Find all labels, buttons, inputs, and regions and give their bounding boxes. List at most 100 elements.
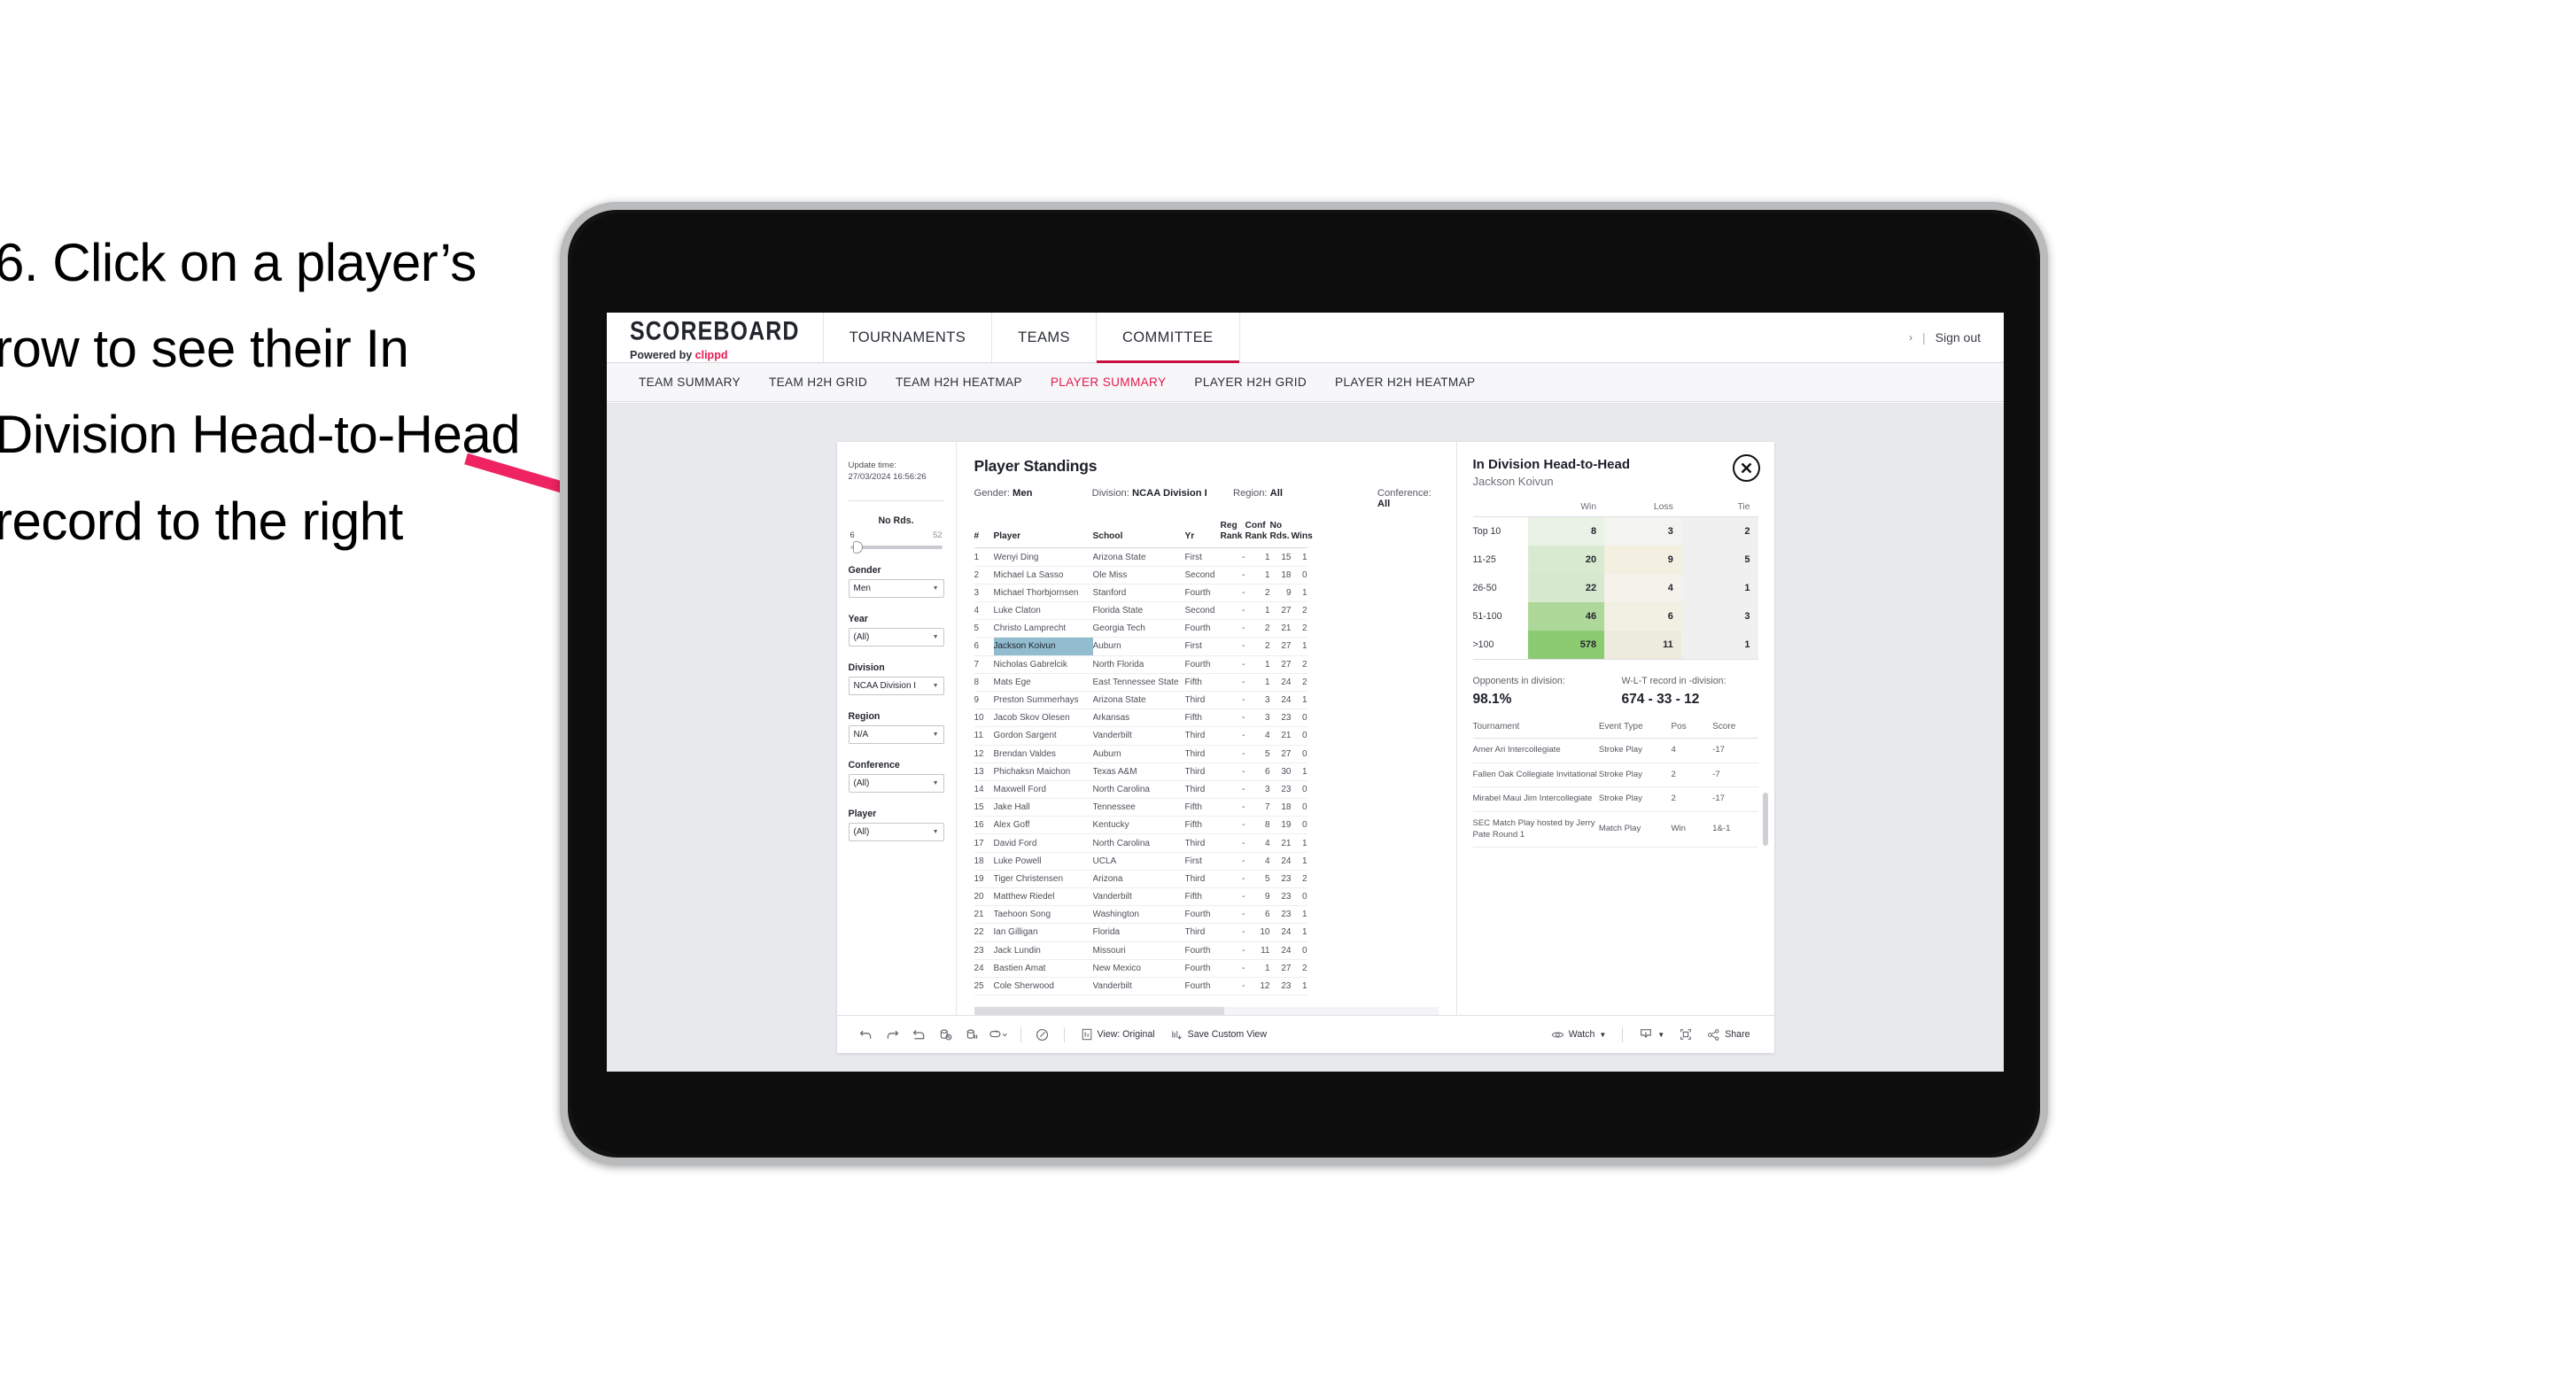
slider-handle[interactable] [852,541,863,554]
filter-player-select[interactable]: (All) ▼ [848,823,944,842]
view-original-button[interactable]: View: Original [1073,1028,1163,1041]
download-button[interactable]: ▼ [1631,1027,1672,1041]
redo-icon[interactable] [880,1027,906,1042]
auto-update-dropdown-icon[interactable] [986,1028,1013,1041]
tab-player-summary[interactable]: PLAYER SUMMARY [1036,376,1181,389]
no-rounds-slider[interactable] [850,541,943,554]
table-row[interactable]: 5 Christo Lamprecht Georgia Tech Fourth -2 21… [974,619,1307,639]
sign-out-link[interactable]: Sign out [1936,330,1981,345]
cell-reg-rank: - [1220,619,1245,639]
table-row[interactable]: 9 Preston Summerhays Arizona State Third -3 2… [974,691,1307,710]
watch-button[interactable]: Watch ▼ [1543,1028,1615,1041]
tab-team-summary[interactable]: TEAM SUMMARY [625,376,755,389]
alerts-icon[interactable] [1029,1027,1056,1042]
cell-no-rds: 24 [1269,941,1292,960]
filter-conference-select[interactable]: (All) ▼ [848,774,944,794]
tournament-header-row: Tournament Event Type Pos Score [1472,722,1758,739]
table-row[interactable]: 1 Wenyi Ding Arizona State First -1 15 1 [974,547,1307,567]
nav-tournaments[interactable]: TOURNAMENTS [824,313,993,362]
brand-tagline: Powered by clippd [630,349,800,361]
table-row[interactable]: 15 Jake Hall Tennessee Fifth -7 18 0 [974,798,1307,817]
chevron-right-icon[interactable]: › [1909,331,1913,344]
revert-icon[interactable] [906,1027,933,1042]
cell-player: Preston Summerhays [993,691,1093,710]
h2h-row: Top 10 8 3 2 [1473,516,1758,546]
table-row[interactable]: 3 Michael Thorbjornsen Stanford Fourth -2 9 1 [974,584,1307,603]
h2h-loss: 3 [1604,516,1681,546]
filter-region-select[interactable]: N/A ▼ [848,725,944,745]
table-row[interactable]: 7 Nicholas Gabrelcik North Florida Fourth -1… [974,655,1307,674]
col-wins[interactable]: Wins [1291,521,1313,549]
col-reg-rank[interactable]: Reg Rank [1220,521,1245,549]
standings-table-scroll[interactable]: # Player School Yr Reg Rank Conf Rank No… [957,521,1456,1001]
cell-rank: 19 [974,870,994,889]
refresh-data-icon[interactable] [933,1027,959,1042]
cell-wins: 1 [1291,923,1307,942]
table-row[interactable]: 19 Tiger Christensen Arizona Third -5 23 2 [974,870,1307,889]
col-rank[interactable]: # [974,521,994,549]
table-row[interactable]: 24 Bastien Amat New Mexico Fourth -1 27 2 [974,959,1307,978]
cell-rank: 3 [974,584,994,603]
table-row[interactable]: 21 Taehoon Song Washington Fourth -6 23 1 [974,905,1307,925]
cell-event-type: Stroke Play [1598,738,1672,763]
nav-committee[interactable]: COMMITTEE [1096,313,1240,363]
table-row[interactable]: 4 Luke Claton Florida State Second -1 27 2 [974,601,1307,621]
col-school[interactable]: School [1092,521,1185,549]
tab-team-h2h-heatmap[interactable]: TEAM H2H HEATMAP [881,376,1036,389]
table-row[interactable]: 25 Cole Sherwood Vanderbilt Fourth -12 23 1 [974,977,1307,996]
table-row[interactable]: 14 Maxwell Ford North Carolina Third -3 23 0 [974,780,1307,800]
table-row[interactable]: 18 Luke Powell UCLA First -4 24 1 [974,852,1307,871]
cell-wins: 1 [1291,691,1307,710]
cell-yr: Third [1184,691,1221,710]
col-player[interactable]: Player [993,521,1093,549]
cell-yr: Fifth [1184,887,1221,907]
table-row[interactable]: 8 Mats Ege East Tennessee State Fifth -1 24 2 [974,673,1307,692]
table-row[interactable]: 22 Ian Gilligan Florida Third -10 24 1 [974,923,1307,942]
col-yr[interactable]: Yr [1184,521,1221,549]
table-row[interactable]: 17 David Ford North Carolina Third -4 21 1 [974,833,1307,853]
undo-icon[interactable] [853,1027,880,1042]
close-icon[interactable] [1732,454,1760,482]
tab-player-h2h-heatmap[interactable]: PLAYER H2H HEATMAP [1321,376,1489,389]
update-time: Update time: 27/03/2024 16:56:26 [849,460,944,483]
filter-year-select[interactable]: (All) ▼ [848,628,944,647]
tab-player-h2h-grid[interactable]: PLAYER H2H GRID [1180,376,1321,389]
table-row[interactable]: 2 Michael La Sasso Ole Miss Second -1 18 0 [974,566,1307,585]
secondary-nav: TEAM SUMMARY TEAM H2H GRID TEAM H2H HEAT… [607,363,2004,402]
filter-gender-select[interactable]: Men ▼ [848,579,944,599]
cell-yr: Fourth [1184,619,1221,639]
table-row[interactable]: 20 Matthew Riedel Vanderbilt Fifth -9 23 0 [974,887,1307,907]
stat-record-value: 674 - 33 - 12 [1621,692,1700,707]
cell-no-rds: 27 [1269,601,1292,621]
table-row[interactable]: 6 Jackson Koivun Auburn First -2 27 1 [974,637,1307,656]
table-row[interactable]: 11 Gordon Sargent Vanderbilt Third -4 21 0 [974,726,1307,746]
horizontal-scrollbar[interactable] [974,1007,1439,1015]
h2h-col-win: Win [1527,502,1605,517]
pause-updates-icon[interactable] [959,1027,986,1042]
tab-team-h2h-grid[interactable]: TEAM H2H GRID [755,376,881,389]
table-row[interactable]: 16 Alex Goff Kentucky Fifth -8 19 0 [974,816,1307,835]
nav-teams[interactable]: TEAMS [992,313,1097,362]
save-custom-view-button[interactable]: Save Custom View [1163,1028,1275,1041]
scrollbar-thumb[interactable] [974,1007,1225,1015]
cell-reg-rank: - [1220,673,1245,692]
filter-division-value: NCAA Division I [853,681,917,692]
table-row[interactable]: 12 Brendan Valdes Auburn Third -5 27 0 [974,745,1307,763]
cell-reg-rank: - [1220,763,1245,781]
col-conf-rank[interactable]: Conf Rank [1245,521,1270,549]
cell-wins: 1 [1291,852,1307,871]
cell-no-rds: 21 [1269,619,1292,639]
no-rounds-range: 6 52 [850,530,943,539]
cell-score: 1&-1 [1712,811,1758,848]
chevron-down-icon: ▼ [932,683,939,690]
cell-conf-rank: 11 [1245,941,1270,960]
tournament-scrollbar[interactable] [1762,793,1768,846]
table-row[interactable]: 23 Jack Lundin Missouri Fourth -11 24 0 [974,941,1307,960]
col-no-rds[interactable]: No Rds. [1269,521,1292,549]
table-row[interactable]: 10 Jacob Skov Olesen Arkansas Fifth -3 23 0 [974,708,1307,728]
filter-division-select[interactable]: NCAA Division I ▼ [848,677,944,696]
fullscreen-icon[interactable] [1672,1027,1699,1041]
table-row[interactable]: 13 Phichaksn Maichon Texas A&M Third -6 30 1 [974,763,1307,781]
h2h-loss: 6 [1604,602,1681,631]
share-button[interactable]: Share [1699,1028,1757,1041]
